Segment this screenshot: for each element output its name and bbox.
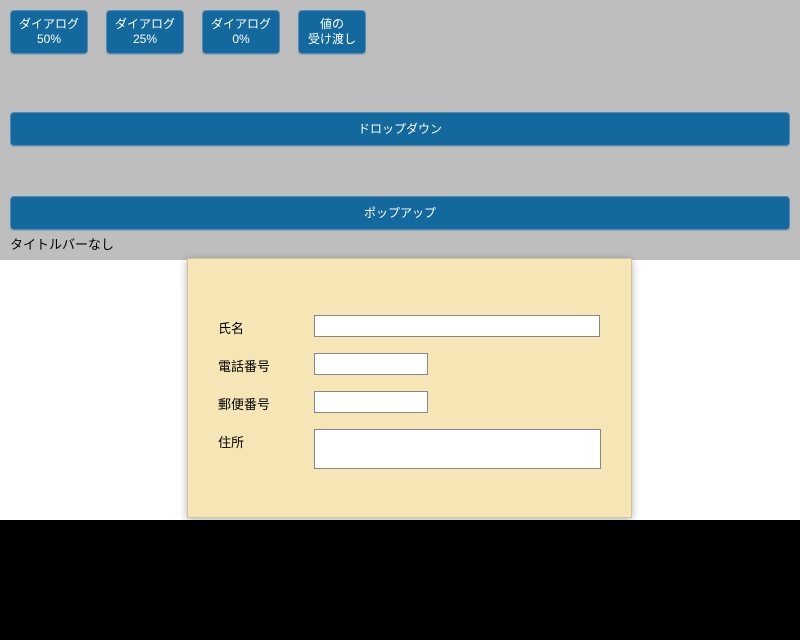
button-label-line2: 0% [232,32,249,47]
name-label: 氏名 [218,315,314,337]
dropdown-button-block: ドロップダウン [10,112,790,146]
zip-label: 郵便番号 [218,391,314,413]
button-label: ポップアップ [364,206,436,221]
popup-button[interactable]: ポップアップ [10,196,790,230]
popup-button-block: ポップアップ タイトルバーなし [10,196,790,253]
button-label: ドロップダウン [358,122,442,137]
address-input[interactable] [314,429,601,469]
form-dialog: 氏名 電話番号 郵便番号 住所 [187,258,632,518]
form-row-tel: 電話番号 [218,353,601,375]
form-row-name: 氏名 [218,315,601,337]
button-label-line1: ダイアログ [19,17,79,32]
form-row-address: 住所 [218,429,601,469]
dialog-button-row: ダイアログ 50% ダイアログ 25% ダイアログ 0% 値の 受け渡し [10,10,790,54]
pass-value-button[interactable]: 値の 受け渡し [298,10,366,54]
contact-form: 氏名 電話番号 郵便番号 住所 [188,259,631,489]
name-input[interactable] [314,315,600,337]
form-row-zip: 郵便番号 [218,391,601,413]
dropdown-button[interactable]: ドロップダウン [10,112,790,146]
button-label-line1: ダイアログ [115,17,175,32]
dialog-25-button[interactable]: ダイアログ 25% [106,10,184,54]
button-label-line2: 受け渡し [308,32,356,47]
tel-label: 電話番号 [218,353,314,375]
app-stage: ダイアログ 50% ダイアログ 25% ダイアログ 0% 値の 受け渡し ドロッ… [0,0,800,520]
address-label: 住所 [218,429,314,451]
dialog-50-button[interactable]: ダイアログ 50% [10,10,88,54]
button-label-line1: 値の [320,17,344,32]
no-titlebar-caption: タイトルバーなし [10,234,790,253]
demo-panel: ダイアログ 50% ダイアログ 25% ダイアログ 0% 値の 受け渡し ドロッ… [0,0,800,260]
tel-input[interactable] [314,353,428,375]
button-label-line2: 25% [133,32,157,47]
button-label-line1: ダイアログ [211,17,271,32]
button-label-line2: 50% [37,32,61,47]
zip-input[interactable] [314,391,428,413]
dialog-0-button[interactable]: ダイアログ 0% [202,10,280,54]
